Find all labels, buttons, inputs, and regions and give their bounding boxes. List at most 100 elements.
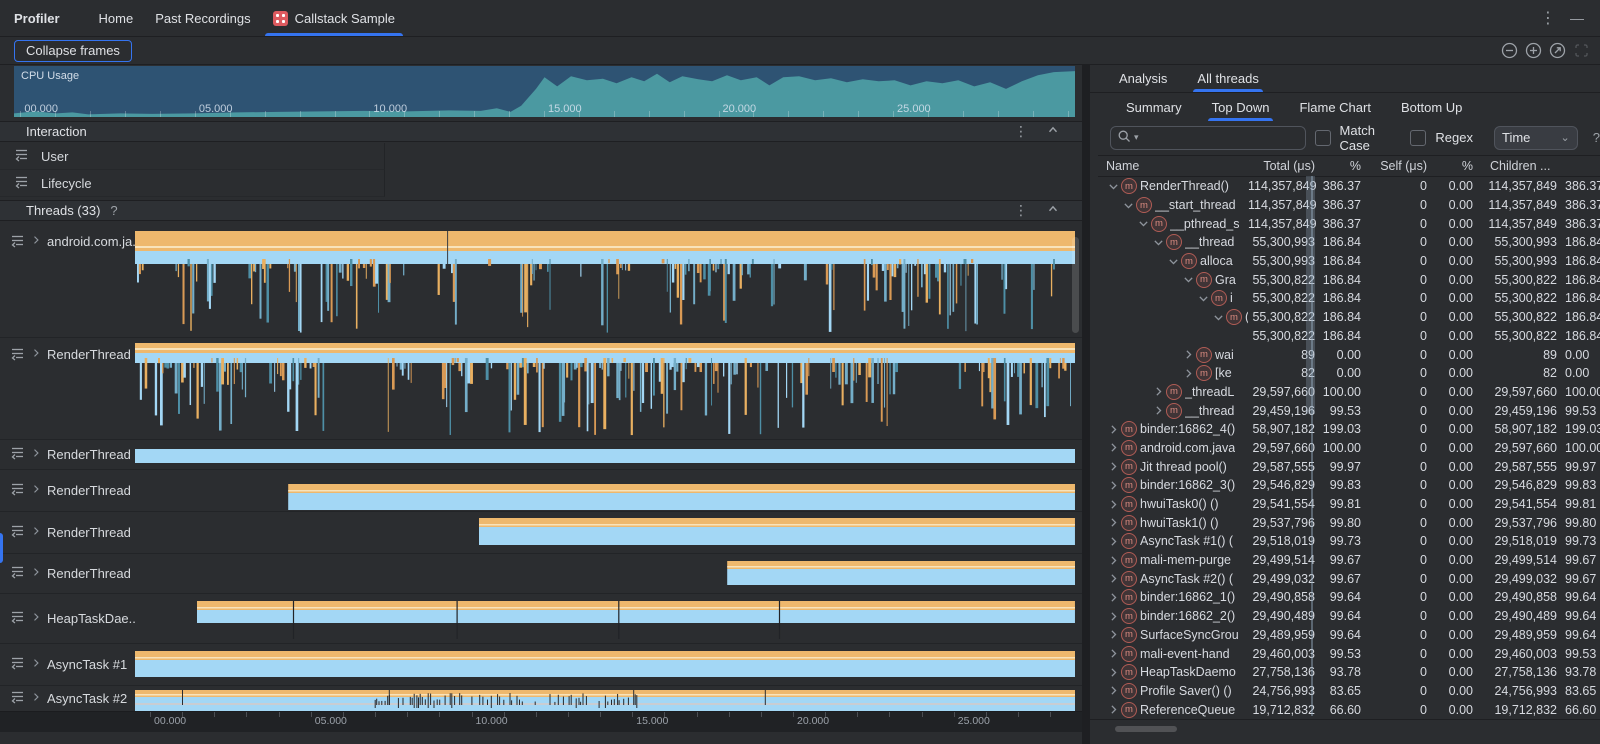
table-row[interactable]: mbinder:16862_3()29,546,82999.8300.0029,… bbox=[1098, 476, 1600, 495]
chevron-down-icon[interactable] bbox=[1181, 272, 1196, 287]
table-row[interactable]: m__pthread_s114,357,849386.3700.00114,35… bbox=[1098, 214, 1600, 233]
chevron-right-icon[interactable] bbox=[30, 525, 42, 540]
interaction-kebab-icon[interactable]: ⋮ bbox=[1014, 123, 1028, 140]
thread-label[interactable]: AsyncTask #2 bbox=[0, 686, 135, 711]
table-row[interactable]: m__start_thread114,357,849386.3700.00114… bbox=[1098, 196, 1600, 215]
tab-past-recordings[interactable]: Past Recordings bbox=[144, 0, 261, 36]
interaction-section-header[interactable]: Interaction ⋮ bbox=[0, 121, 1082, 142]
col-name[interactable]: Name bbox=[1098, 159, 1248, 173]
thread-flame-track[interactable] bbox=[135, 440, 1075, 469]
chevron-right-icon[interactable] bbox=[1106, 627, 1121, 642]
chevron-right-icon[interactable] bbox=[30, 447, 42, 462]
chevron-right-icon[interactable] bbox=[30, 566, 42, 581]
chevron-right-icon[interactable] bbox=[1106, 478, 1121, 493]
table-row[interactable]: mJit thread pool()29,587,55599.9700.0029… bbox=[1098, 457, 1600, 476]
chevron-right-icon[interactable] bbox=[1106, 497, 1121, 512]
chevron-right-icon[interactable] bbox=[30, 347, 42, 362]
subtab-flame-chart[interactable]: Flame Chart bbox=[1297, 94, 1373, 121]
table-row[interactable]: mProfile Saver() ()24,756,99383.6500.002… bbox=[1098, 682, 1600, 701]
table-row[interactable]: mReferenceQueue19,712,83266.6000.0019,71… bbox=[1098, 700, 1600, 719]
thread-row[interactable]: RenderThread bbox=[0, 554, 1082, 594]
tab-analysis[interactable]: Analysis bbox=[1117, 65, 1169, 92]
chevron-down-icon[interactable] bbox=[1151, 235, 1166, 250]
table-row[interactable]: mHeapTaskDaemo27,758,13693.7800.0027,758… bbox=[1098, 663, 1600, 682]
table-row[interactable]: m__thread55,300,993186.8400.0055,300,993… bbox=[1098, 233, 1600, 252]
chevron-right-icon[interactable] bbox=[1106, 590, 1121, 605]
chevron-right-icon[interactable] bbox=[30, 691, 42, 706]
thread-label[interactable]: RenderThread bbox=[0, 440, 135, 469]
table-row[interactable]: 55,300,822186.8400.0055,300,822186.84 bbox=[1098, 327, 1600, 346]
search-input[interactable] bbox=[1141, 129, 1305, 146]
thread-label[interactable]: RenderThread bbox=[0, 338, 135, 439]
thread-flame-track[interactable] bbox=[135, 594, 1075, 643]
table-row[interactable]: mbinder:16862_1()29,490,85899.6400.0029,… bbox=[1098, 588, 1600, 607]
chevron-down-icon[interactable] bbox=[1121, 198, 1136, 213]
chevron-right-icon[interactable] bbox=[1106, 553, 1121, 568]
thread-row[interactable]: AsyncTask #2 bbox=[0, 686, 1082, 712]
col-total-pct[interactable]: % bbox=[1318, 159, 1364, 173]
subtab-summary[interactable]: Summary bbox=[1124, 94, 1184, 121]
thread-flame-track[interactable] bbox=[135, 512, 1075, 553]
chevron-right-icon[interactable] bbox=[30, 234, 42, 249]
zoom-out-icon[interactable] bbox=[1501, 42, 1518, 59]
subtab-top-down[interactable]: Top Down bbox=[1210, 94, 1272, 121]
table-header[interactable]: Name Total (μs) % Self (μs) % Children .… bbox=[1098, 155, 1600, 177]
collapse-frames-button[interactable]: Collapse frames bbox=[14, 40, 132, 62]
tab-all-threads[interactable]: All threads bbox=[1195, 65, 1260, 92]
chevron-right-icon[interactable] bbox=[1181, 366, 1196, 381]
chevron-right-icon[interactable] bbox=[1151, 403, 1166, 418]
chevron-right-icon[interactable] bbox=[1106, 646, 1121, 661]
thread-label[interactable]: RenderThread bbox=[0, 470, 135, 511]
col-total[interactable]: Total (μs) bbox=[1248, 159, 1318, 173]
thread-flame-track[interactable] bbox=[135, 338, 1075, 439]
subtab-bottom-up[interactable]: Bottom Up bbox=[1399, 94, 1464, 121]
search-history-caret-icon[interactable]: ▾ bbox=[1134, 132, 1139, 143]
thread-row[interactable]: RenderThread bbox=[0, 512, 1082, 554]
table-row[interactable]: mhwuiTask1() ()29,537,79699.8000.0029,53… bbox=[1098, 513, 1600, 532]
window-minimize-icon[interactable]: — bbox=[1570, 10, 1584, 26]
col-self[interactable]: Self (μs) bbox=[1364, 159, 1430, 173]
table-row[interactable]: mmali-mem-purge29,499,51499.6700.0029,49… bbox=[1098, 551, 1600, 570]
chevron-right-icon[interactable] bbox=[1106, 459, 1121, 474]
table-row[interactable]: mbinder:16862_2()29,490,48999.6400.0029,… bbox=[1098, 607, 1600, 626]
table-row[interactable]: mAsyncTask #2() (29,499,03299.6700.0029,… bbox=[1098, 569, 1600, 588]
thread-label[interactable]: AsyncTask #1 bbox=[0, 644, 135, 685]
thread-row[interactable]: android.com.ja... bbox=[0, 225, 1082, 338]
search-box[interactable]: ▾ bbox=[1110, 126, 1306, 150]
chevron-right-icon[interactable] bbox=[30, 657, 42, 672]
chevron-right-icon[interactable] bbox=[1106, 683, 1121, 698]
threads-help-icon[interactable]: ? bbox=[110, 203, 117, 218]
tab-home[interactable]: Home bbox=[88, 0, 145, 36]
regex-checkbox[interactable] bbox=[1410, 130, 1426, 146]
table-row[interactable]: m_threadL29,597,660100.0000.0029,597,660… bbox=[1098, 383, 1600, 402]
col-self-pct[interactable]: % bbox=[1430, 159, 1476, 173]
table-row[interactable]: mbinder:16862_4()58,907,182199.0300.0058… bbox=[1098, 420, 1600, 439]
chevron-down-icon[interactable] bbox=[1166, 254, 1181, 269]
chevron-down-icon[interactable] bbox=[1136, 216, 1151, 231]
thread-label[interactable]: android.com.ja... bbox=[0, 225, 135, 337]
thread-label[interactable]: RenderThread bbox=[0, 512, 135, 553]
threads-section-header[interactable]: Threads (33) ? ⋮ bbox=[0, 200, 1082, 221]
chevron-right-icon[interactable] bbox=[1106, 534, 1121, 549]
thread-flame-track[interactable] bbox=[135, 686, 1075, 711]
time-dropdown[interactable]: Time ⌄ bbox=[1494, 126, 1578, 150]
interaction-row-user[interactable]: User bbox=[0, 143, 385, 170]
interaction-row-lifecycle[interactable]: Lifecycle bbox=[0, 170, 385, 197]
table-row[interactable]: mRenderThread()114,357,849386.3700.00114… bbox=[1098, 177, 1600, 196]
filter-help-icon[interactable]: ? bbox=[1593, 130, 1600, 145]
thread-row[interactable]: RenderThread bbox=[0, 338, 1082, 440]
window-kebab-menu-icon[interactable]: ⋮ bbox=[1540, 8, 1556, 28]
threads-collapse-icon[interactable] bbox=[1046, 202, 1060, 219]
chevron-right-icon[interactable] bbox=[30, 611, 42, 626]
table-row[interactable]: mwai890.0000.00890.00 bbox=[1098, 345, 1600, 364]
chevron-right-icon[interactable] bbox=[1106, 440, 1121, 455]
table-row[interactable]: mi55,300,822186.8400.0055,300,822186.84 bbox=[1098, 289, 1600, 308]
thread-row[interactable]: HeapTaskDae... bbox=[0, 594, 1082, 644]
thread-flame-track[interactable] bbox=[135, 554, 1075, 593]
table-row[interactable]: mmali-event-hand29,460,00399.5300.0029,4… bbox=[1098, 644, 1600, 663]
threads-vertical-scrollbar[interactable] bbox=[1072, 237, 1079, 333]
table-row[interactable]: mSurfaceSyncGrou29,489,95999.6400.0029,4… bbox=[1098, 626, 1600, 645]
table-row[interactable]: mandroid.com.java29,597,660100.0000.0029… bbox=[1098, 439, 1600, 458]
table-row[interactable]: m(55,300,822186.8400.0055,300,822186.84 bbox=[1098, 308, 1600, 327]
thread-label[interactable]: RenderThread bbox=[0, 554, 135, 593]
